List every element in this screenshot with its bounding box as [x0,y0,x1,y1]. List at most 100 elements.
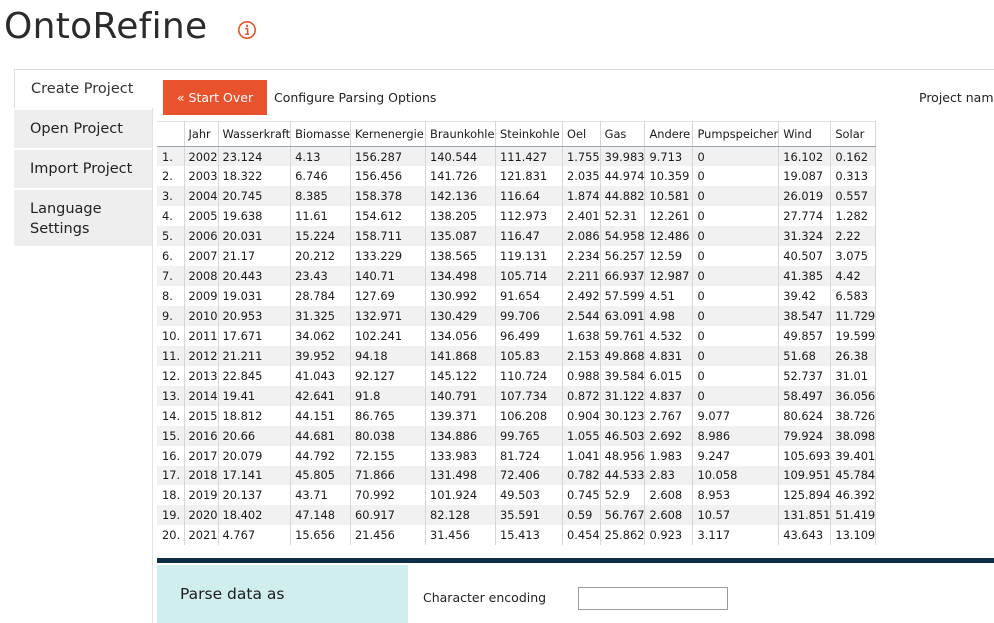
table-cell: 130.992 [425,286,497,306]
table-row: 11. 2012 21.211 39.952 94.18 141.868 105.83 2.1… [157,345,877,366]
table-cell: 0.313 [830,166,877,187]
table-cell: 141.868 [425,345,497,366]
column-header: Pumpspeicher [692,121,780,147]
sidebar-item-open-project[interactable]: Open Project [14,110,152,148]
row-number: 1. [157,146,185,167]
sidebar-item-language-settings[interactable]: Language Settings [14,190,152,246]
table-cell: 2.086 [562,226,601,247]
table-cell: 4.831 [644,345,694,366]
table-cell: 105.714 [495,266,564,287]
table-cell: 158.711 [350,226,427,247]
row-number: 5. [157,226,185,247]
table-cell: 44.882 [600,186,646,207]
table-cell: 91.8 [350,385,427,406]
table-cell: 134.886 [425,425,497,446]
table-cell: 21.17 [218,246,292,267]
table-cell: 66.937 [600,266,646,287]
table-cell: 0 [692,306,780,326]
table-cell: 49.868 [600,345,646,366]
table-cell: 13.109 [830,525,877,546]
table-cell: 19.031 [218,286,292,306]
section-divider [157,558,994,563]
table-cell: 2.608 [644,485,694,506]
table-cell: 1.638 [562,325,601,346]
row-number: 2. [157,166,185,187]
table-row: 16. 2017 20.079 44.792 72.155 133.983 81.724 1.… [157,445,877,466]
table-cell: 9.077 [692,405,780,426]
row-number: 15. [157,425,185,446]
table-cell: 63.091 [600,306,646,326]
table-cell: 12.486 [644,226,694,247]
column-header: Wind [778,121,832,147]
table-cell: 70.992 [350,485,427,506]
table-cell: 1.983 [644,445,694,466]
table-cell: 1.282 [830,206,877,227]
table-cell: 21.211 [218,345,292,366]
table-cell: 138.205 [425,206,497,227]
table-cell: 111.427 [495,146,564,167]
table-cell: 2.83 [644,465,694,486]
table-cell: 6.583 [830,286,877,306]
table-cell: 20.443 [218,266,292,287]
row-number: 14. [157,405,185,426]
table-cell: 44.151 [290,405,352,426]
table-cell: 10.058 [692,465,780,486]
table-cell: 2004 [184,186,219,207]
row-number-header [157,121,185,147]
table-cell: 3.117 [692,525,780,546]
row-number: 13. [157,385,185,406]
table-cell: 38.547 [778,306,832,326]
table-cell: 2002 [184,146,219,167]
table-cell: 121.831 [495,166,564,187]
table-cell: 52.737 [778,365,832,386]
table-cell: 2016 [184,425,219,446]
table-cell: 6.015 [644,365,694,386]
configure-parsing-label: Configure Parsing Options [274,90,437,105]
table-cell: 132.971 [350,306,427,326]
table-cell: 4.98 [644,306,694,326]
table-cell: 21.456 [350,525,427,546]
table-cell: 116.47 [495,226,564,247]
table-cell: 42.641 [290,385,352,406]
row-number: 11. [157,345,185,366]
table-cell: 8.986 [692,425,780,446]
table-cell: 145.122 [425,365,497,386]
table-cell: 27.774 [778,206,832,227]
table-cell: 102.241 [350,325,427,346]
sidebar-item-create-project[interactable]: Create Project [14,70,152,108]
table-cell: 2005 [184,206,219,227]
info-icon[interactable] [237,20,257,40]
table-cell: 2019 [184,485,219,506]
table-cell: 101.924 [425,485,497,506]
table-cell: 49.857 [778,325,832,346]
column-header: Biomasse [290,121,352,147]
table-cell: 0 [692,246,780,267]
table-cell: 18.812 [218,405,292,426]
table-cell: 2008 [184,266,219,287]
table-cell: 154.612 [350,206,427,227]
table-cell: 0.59 [562,505,601,526]
table-cell: 156.287 [350,146,427,167]
table-cell: 4.42 [830,266,877,287]
table-cell: 2013 [184,365,219,386]
table-row: 2. 2003 18.322 6.746 156.456 141.726 121.831 2.… [157,166,877,187]
table-cell: 156.456 [350,166,427,187]
character-encoding-input[interactable] [578,587,728,610]
table-row: 7. 2008 20.443 23.43 140.71 134.498 105.714 2.2… [157,266,877,287]
table-cell: 0 [692,206,780,227]
table-cell: 20.745 [218,186,292,207]
table-cell: 9.247 [692,445,780,466]
table-cell: 31.456 [425,525,497,546]
table-cell: 39.983 [600,146,646,167]
table-cell: 125.894 [778,485,832,506]
table-cell: 112.973 [495,206,564,227]
sidebar-item-import-project[interactable]: Import Project [14,150,152,188]
table-cell: 22.845 [218,365,292,386]
table-cell: 131.498 [425,465,497,486]
start-over-button[interactable]: « Start Over [163,80,267,115]
column-header: Kernenergie [350,121,427,147]
table-cell: 52.9 [600,485,646,506]
table-cell: 44.974 [600,166,646,187]
column-header: Andere [644,121,694,147]
row-number: 3. [157,186,185,207]
